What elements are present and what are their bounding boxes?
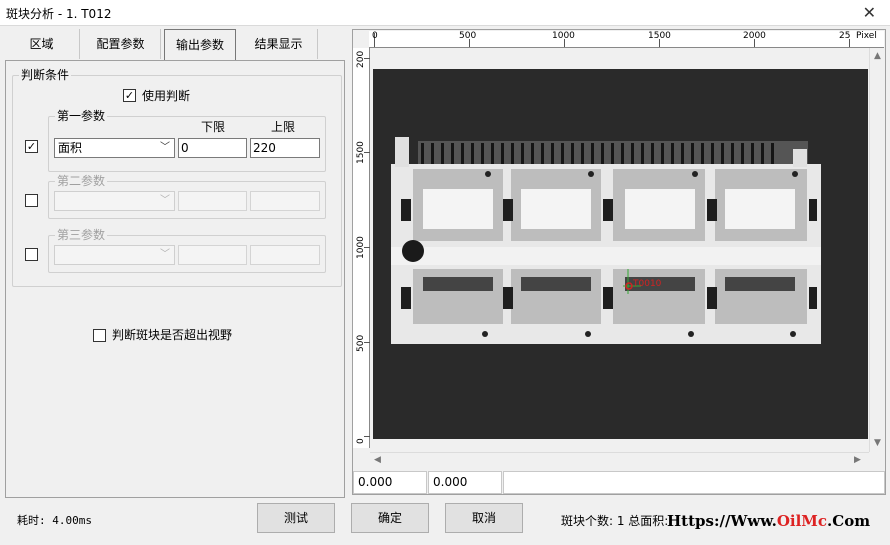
tab-output-params[interactable]: 输出参数 xyxy=(164,29,236,60)
ok-button[interactable]: 确定 xyxy=(351,503,429,533)
ruler-unit-label: Pixel xyxy=(856,31,877,41)
h-ruler-label: 1500 xyxy=(648,31,671,41)
elapsed-time-label: 耗时: 4.00ms xyxy=(17,512,92,528)
param3-upper-input[interactable] xyxy=(250,245,320,265)
out-of-view-label: 判断斑块是否超出视野 xyxy=(112,328,233,342)
scroll-down-icon[interactable]: ▼ xyxy=(874,438,881,448)
param2-upper-input[interactable] xyxy=(250,191,320,211)
scroll-up-icon[interactable]: ▲ xyxy=(874,51,881,61)
h-ruler-label: 0 xyxy=(372,31,378,41)
upper-limit-header: 上限 xyxy=(271,120,296,134)
tab-config-params[interactable]: 配置参数 xyxy=(81,29,161,59)
param2-checkbox[interactable] xyxy=(25,194,38,207)
param1-upper-input[interactable]: 220 xyxy=(250,138,320,158)
use-judge-checkbox[interactable]: ✓ xyxy=(123,89,136,102)
coord-status-readout xyxy=(503,471,885,494)
param1-select[interactable]: 面积 ﹀ xyxy=(54,138,175,158)
h-ruler-label: 2000 xyxy=(743,31,766,41)
horizontal-ruler: 0 500 1000 1500 2000 25 Pixel xyxy=(369,31,884,48)
output-params-panel: 判断条件 ✓ 使用判断 ✓ 第一参数 下限 上限 面积 ﹀ 0 220 第二参数… xyxy=(5,60,345,498)
cancel-button[interactable]: 取消 xyxy=(445,503,523,533)
param1-checkbox[interactable]: ✓ xyxy=(25,140,38,153)
close-icon[interactable]: ✕ xyxy=(863,3,876,22)
overlay-label: T0010 xyxy=(633,279,662,289)
chevron-down-icon: ﹀ xyxy=(160,142,170,153)
ruler-tick xyxy=(364,152,370,153)
use-judge-label: 使用判断 xyxy=(142,89,191,103)
watermark-suffix: .Com xyxy=(827,512,871,530)
result-status: 斑块个数: 1 总面积: 1524 检测结果: NG 面积: Fail xyxy=(561,514,667,528)
param2-label: 第二参数 xyxy=(55,174,108,188)
param2-group: 第二参数 ﹀ xyxy=(48,174,326,219)
scroll-right-icon[interactable]: ▶ xyxy=(854,455,861,465)
param3-group: 第三参数 ﹀ xyxy=(48,228,326,273)
out-of-view-checkbox[interactable] xyxy=(93,329,106,342)
scroll-left-icon[interactable]: ◀ xyxy=(374,455,381,465)
chevron-down-icon: ﹀ xyxy=(160,195,170,206)
param1-label: 第一参数 xyxy=(55,109,108,123)
tab-result-display[interactable]: 结果显示 xyxy=(240,29,318,59)
v-ruler-label: 0 xyxy=(356,438,366,444)
h-ruler-label: 500 xyxy=(459,31,477,41)
tab-region[interactable]: 区域 xyxy=(4,29,80,59)
param3-lower-input[interactable] xyxy=(178,245,247,265)
h-ruler-label: 1000 xyxy=(552,31,575,41)
judge-criteria-group: 判断条件 ✓ 使用判断 ✓ 第一参数 下限 上限 面积 ﹀ 0 220 第二参数… xyxy=(12,68,342,287)
coord-y-readout: 0.000 xyxy=(428,471,502,494)
param3-select[interactable]: ﹀ xyxy=(54,245,175,265)
ruler-tick xyxy=(364,247,370,248)
horizontal-scrollbar[interactable]: ◀ ▶ xyxy=(370,452,869,468)
param2-select[interactable]: ﹀ xyxy=(54,191,175,211)
param1-select-value: 面积 xyxy=(58,141,83,155)
tab-bar: 区域 配置参数 输出参数 结果显示 xyxy=(4,29,344,60)
elapsed-time-value: 4.00ms xyxy=(52,514,92,527)
watermark: Https://Www.OilMc.Com xyxy=(667,512,870,530)
chevron-down-icon: ﹀ xyxy=(160,249,170,260)
connector-image xyxy=(373,69,868,439)
param3-label: 第三参数 xyxy=(55,228,108,242)
window-title: 斑块分析 - 1. T012 xyxy=(6,7,112,21)
ruler-tick xyxy=(364,342,370,343)
judge-criteria-label: 判断条件 xyxy=(19,68,72,82)
v-ruler-label: 200 xyxy=(356,50,366,68)
title-bar: 斑块分析 - 1. T012 ✕ xyxy=(0,0,890,26)
ruler-tick xyxy=(364,436,370,437)
lower-limit-header: 下限 xyxy=(201,120,226,134)
inspection-image[interactable]: T0010 xyxy=(373,69,868,439)
vertical-ruler: 200 1500 1000 500 0 xyxy=(353,48,370,448)
ruler-tick xyxy=(364,58,370,59)
param1-lower-input[interactable]: 0 xyxy=(178,138,247,158)
h-ruler-label: 25 xyxy=(839,31,851,41)
vertical-scrollbar[interactable]: ▲ ▼ xyxy=(869,48,885,452)
v-ruler-label: 500 xyxy=(356,334,366,352)
param3-checkbox[interactable] xyxy=(25,248,38,261)
coord-x-readout: 0.000 xyxy=(353,471,427,494)
param1-group: 第一参数 下限 上限 面积 ﹀ 0 220 xyxy=(48,109,326,172)
elapsed-time-prefix: 耗时: xyxy=(17,514,46,527)
param2-lower-input[interactable] xyxy=(178,191,247,211)
test-button[interactable]: 测试 xyxy=(257,503,335,533)
watermark-brand: OilMc xyxy=(776,512,828,530)
watermark-prefix: Https://Www. xyxy=(667,512,777,530)
